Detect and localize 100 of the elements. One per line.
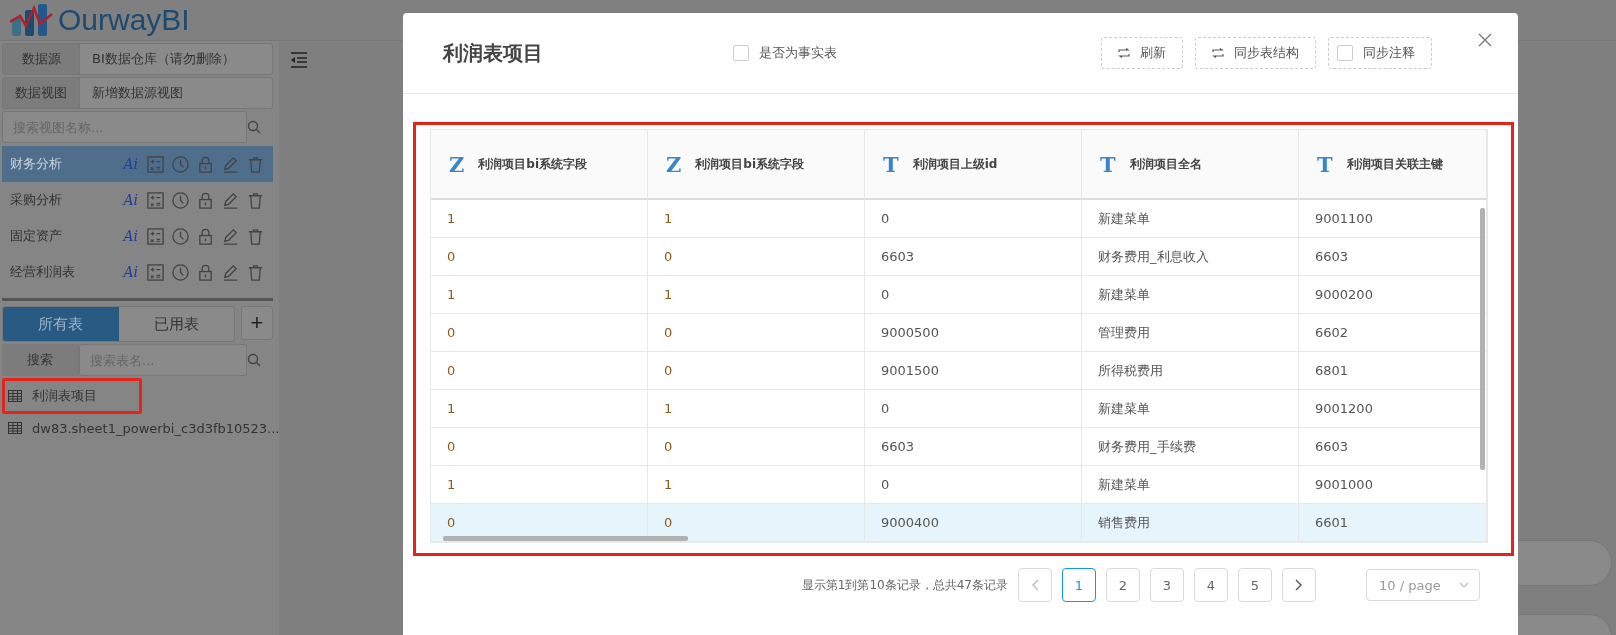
page-size-select[interactable]: 10 / page	[1366, 569, 1480, 601]
view-label: 数据视图	[3, 78, 80, 108]
indent-icon[interactable]	[289, 51, 309, 69]
pencil-icon[interactable]	[221, 190, 240, 210]
table-cell: 6601	[1299, 504, 1487, 542]
trash-icon[interactable]	[246, 262, 265, 282]
trash-icon[interactable]	[246, 154, 265, 174]
table-cell: 0	[431, 428, 648, 466]
table-cell: 6603	[865, 428, 1082, 466]
page-button[interactable]: 1	[1062, 568, 1096, 602]
view-list-item[interactable]: 经营利润表 Ai	[2, 254, 273, 290]
calculator-icon[interactable]	[146, 262, 165, 282]
table-cell: 新建菜单	[1082, 276, 1299, 314]
column-header[interactable]: Z 利润项目bi系统字段	[648, 130, 865, 200]
view-list-item[interactable]: 采购分析 Ai	[2, 182, 273, 218]
column-header[interactable]: T 利润项目全名	[1082, 130, 1299, 200]
table-cell: 所得税费用	[1082, 352, 1299, 390]
logo-text: OurwayBI	[58, 3, 190, 37]
next-page-button[interactable]	[1282, 568, 1316, 602]
record-summary: 显示第1到第10条记录，总共47条记录	[801, 576, 1008, 594]
table-cell: 0	[648, 428, 865, 466]
lock-icon[interactable]	[196, 262, 215, 282]
table-cell: 财务费用_利息收入	[1082, 238, 1299, 276]
trash-icon[interactable]	[246, 226, 265, 246]
lock-icon[interactable]	[196, 190, 215, 210]
view-name: 财务分析	[10, 155, 63, 173]
previous-page-button[interactable]	[1018, 568, 1052, 602]
table-cell: 1	[648, 276, 865, 314]
pencil-icon[interactable]	[221, 226, 240, 246]
table-cell: 0	[865, 276, 1082, 314]
table-icon	[8, 390, 22, 402]
calculator-icon[interactable]	[146, 154, 165, 174]
sync-checkbox[interactable]	[1337, 45, 1353, 61]
chevron-left-icon	[1031, 579, 1039, 591]
trash-icon[interactable]	[246, 190, 265, 210]
table-cell: 0	[431, 314, 648, 352]
sync-comment-button[interactable]: 同步注释	[1328, 37, 1432, 69]
table-cell: 1	[648, 200, 865, 238]
clock-icon[interactable]	[171, 190, 190, 210]
view-selector[interactable]: 数据视图 新增数据源视图	[2, 77, 273, 109]
view-list-item[interactable]: 固定资产 Ai	[2, 218, 273, 254]
table-cell: 财务费用_手续费	[1082, 428, 1299, 466]
ai-badge[interactable]: Ai	[123, 228, 138, 244]
search-icon[interactable]	[247, 120, 261, 134]
fact-table-checkbox[interactable]	[733, 45, 749, 61]
page-button[interactable]: 4	[1194, 568, 1228, 602]
table-cell: 1	[431, 390, 648, 428]
page-button[interactable]: 2	[1106, 568, 1140, 602]
page-button[interactable]: 5	[1238, 568, 1272, 602]
add-button[interactable]: +	[241, 306, 273, 340]
table-cell: 1	[431, 200, 648, 238]
clock-icon[interactable]	[171, 154, 190, 174]
table-cell: 管理费用	[1082, 314, 1299, 352]
datasource-selector[interactable]: 数据源 BI数据仓库（请勿删除）	[2, 43, 273, 75]
datasource-label: 数据源	[3, 44, 80, 74]
table-cell: 9001500	[865, 352, 1082, 390]
datasource-value: BI数据仓库（请勿删除）	[80, 44, 272, 74]
calculator-icon[interactable]	[146, 190, 165, 210]
logo-icon	[10, 4, 54, 36]
refresh-button[interactable]: 同步表结构	[1195, 37, 1316, 69]
column-header[interactable]: T 利润项目上级id	[865, 130, 1082, 200]
modal-title: 利润表项目	[443, 39, 544, 67]
calculator-icon[interactable]	[146, 226, 165, 246]
table-name[interactable]: 利润表项目	[32, 387, 97, 405]
table-tab[interactable]: 所有表	[3, 307, 119, 341]
ai-badge[interactable]: Ai	[123, 264, 138, 280]
table-cell: 新建菜单	[1082, 200, 1299, 238]
clock-icon[interactable]	[171, 262, 190, 282]
table-cell: 1	[431, 276, 648, 314]
pencil-icon[interactable]	[221, 262, 240, 282]
table-cell: 0	[648, 238, 865, 276]
caret-icon	[1459, 582, 1469, 588]
table-cell: 1	[648, 390, 865, 428]
table-cell: 0	[865, 200, 1082, 238]
table-cell: 6603	[865, 238, 1082, 276]
lock-icon[interactable]	[196, 226, 215, 246]
table-cell: 9000500	[865, 314, 1082, 352]
table-cell: 0	[648, 504, 865, 542]
table-cell: 0	[865, 390, 1082, 428]
table-cell: 0	[648, 352, 865, 390]
horizontal-scrollbar[interactable]	[443, 536, 688, 541]
table-name[interactable]: dw83.sheet1_powerbi_c3d3fb10523...	[32, 420, 280, 436]
view-value: 新增数据源视图	[80, 78, 272, 108]
table-cell: 0	[431, 238, 648, 276]
table-cell: 销售费用	[1082, 504, 1299, 542]
close-icon[interactable]	[1478, 33, 1492, 47]
vertical-scrollbar[interactable]	[1480, 208, 1485, 470]
clock-icon[interactable]	[171, 226, 190, 246]
lock-icon[interactable]	[196, 154, 215, 174]
page-button[interactable]: 3	[1150, 568, 1184, 602]
refresh-icon	[1118, 48, 1130, 58]
search-icon[interactable]	[247, 353, 261, 367]
column-header[interactable]: Z 利润项目bi系统字段	[431, 130, 648, 200]
table-cell: 新建菜单	[1082, 390, 1299, 428]
table-tab[interactable]: 已用表	[118, 307, 234, 341]
column-header[interactable]: T 利润项目关联主键	[1299, 130, 1487, 200]
refresh-button[interactable]: 刷新	[1101, 37, 1183, 69]
chevron-right-icon	[1295, 579, 1303, 591]
pencil-icon[interactable]	[221, 154, 240, 174]
ai-badge[interactable]: Ai	[123, 192, 138, 208]
